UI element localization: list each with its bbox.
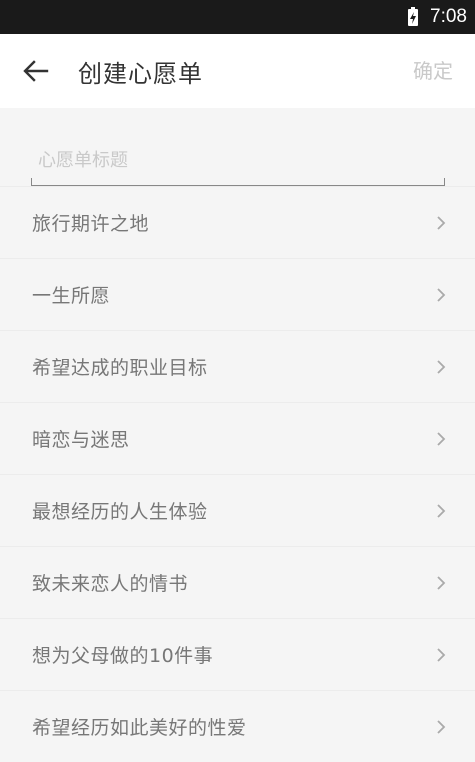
confirm-button[interactable]: 确定 xyxy=(413,34,453,108)
template-item-label: 一生所愿 xyxy=(32,285,111,307)
template-list: 旅行期许之地 一生所愿 希望达成的职业目标 暗恋与迷思 最想经历的人生体验 致未… xyxy=(0,186,475,762)
battery-charging-icon xyxy=(408,7,419,26)
template-item-life-experience[interactable]: 最想经历的人生体验 xyxy=(0,474,475,546)
template-item-travel[interactable]: 旅行期许之地 xyxy=(0,186,475,258)
app-bar: 创建心愿单 确定 xyxy=(0,34,475,108)
chevron-right-icon xyxy=(437,503,446,518)
back-button[interactable] xyxy=(0,34,72,108)
template-item-parents[interactable]: 想为父母做的10件事 xyxy=(0,618,475,690)
content: 旅行期许之地 一生所愿 希望达成的职业目标 暗恋与迷思 最想经历的人生体验 致未… xyxy=(0,108,475,758)
template-item-label: 致未来恋人的情书 xyxy=(32,573,189,595)
template-item-label: 希望达成的职业目标 xyxy=(32,357,208,379)
template-item-label: 旅行期许之地 xyxy=(32,213,150,235)
input-underline xyxy=(31,178,445,186)
template-item-intimacy[interactable]: 希望经历如此美好的性爱 xyxy=(0,690,475,762)
template-item-label: 最想经历的人生体验 xyxy=(32,501,208,523)
title-field xyxy=(0,108,475,186)
chevron-right-icon xyxy=(437,359,446,374)
template-item-label: 希望经历如此美好的性爱 xyxy=(32,717,247,739)
chevron-right-icon xyxy=(437,215,446,230)
chevron-right-icon xyxy=(437,575,446,590)
template-item-crush[interactable]: 暗恋与迷思 xyxy=(0,402,475,474)
chevron-right-icon xyxy=(437,287,446,302)
template-item-label: 想为父母做的10件事 xyxy=(32,645,214,667)
chevron-right-icon xyxy=(437,719,446,734)
chevron-right-icon xyxy=(437,647,446,662)
template-item-love-letter[interactable]: 致未来恋人的情书 xyxy=(0,546,475,618)
template-item-label: 暗恋与迷思 xyxy=(32,429,130,451)
chevron-right-icon xyxy=(437,431,446,446)
status-time: 7:08 xyxy=(430,6,467,27)
status-bar: 7:08 xyxy=(0,0,475,34)
wishlist-title-input[interactable] xyxy=(32,142,444,178)
arrow-left-icon xyxy=(23,60,49,82)
template-item-lifetime-wish[interactable]: 一生所愿 xyxy=(0,258,475,330)
page-title: 创建心愿单 xyxy=(78,59,203,88)
template-item-career-goals[interactable]: 希望达成的职业目标 xyxy=(0,330,475,402)
